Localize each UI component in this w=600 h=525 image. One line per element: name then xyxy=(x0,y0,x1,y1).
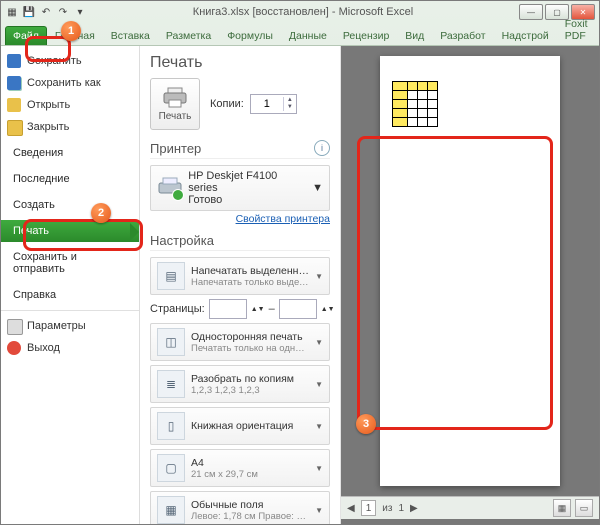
print-heading: Печать xyxy=(150,54,330,72)
nav-open[interactable]: Открыть xyxy=(1,94,139,116)
nav-save[interactable]: Сохранить xyxy=(1,50,139,72)
nav-separator xyxy=(1,310,139,311)
page-current[interactable]: 1 xyxy=(361,500,377,516)
title-bar: ▦ 💾 ↶ ↷ ▾ Книга3.xlsx [восстановлен] - M… xyxy=(1,1,599,23)
qat-save-icon[interactable]: 💾 xyxy=(22,5,36,19)
qat-undo-icon[interactable]: ↶ xyxy=(39,5,53,19)
nav-info[interactable]: Сведения xyxy=(1,142,139,164)
orientation-icon: ▯ xyxy=(157,412,185,440)
nav-create[interactable]: Создать xyxy=(1,194,139,216)
opt-orientation[interactable]: ▯ Книжная ориентация ▼ xyxy=(150,407,330,445)
chevron-down-icon: ▼ xyxy=(315,338,323,347)
tab-developer[interactable]: Разработ xyxy=(432,26,493,45)
tab-abbyy[interactable]: ABBYY PD xyxy=(596,14,600,45)
printer-heading: Принтер xyxy=(150,141,201,156)
printer-properties-link[interactable]: Свойства принтера xyxy=(150,213,330,225)
info-icon[interactable]: i xyxy=(314,140,330,156)
preview-table xyxy=(392,81,438,127)
app-window: ▦ 💾 ↶ ↷ ▾ Книга3.xlsx [восстановлен] - M… xyxy=(0,0,600,525)
nav-options[interactable]: Параметры xyxy=(1,315,139,337)
chevron-down-icon: ▼ xyxy=(315,464,323,473)
nav-print[interactable]: Печать xyxy=(1,220,139,242)
printer-device-icon xyxy=(157,177,182,199)
copies-spinner[interactable]: ▲▼ xyxy=(250,94,297,114)
app-icon: ▦ xyxy=(5,5,19,19)
window-title: Книга3.xlsx [восстановлен] - Microsoft E… xyxy=(87,6,519,18)
copies-row: Копии: ▲▼ xyxy=(210,94,297,114)
tab-layout[interactable]: Разметка xyxy=(158,26,219,45)
printer-section-head: Принтер i xyxy=(150,140,330,159)
printer-status: Готово xyxy=(188,194,306,206)
nav-exit[interactable]: Выход xyxy=(1,337,139,359)
pages-label: Страницы: xyxy=(150,303,205,315)
preview-page xyxy=(380,56,560,486)
pages-row: Страницы: ▲▼ – ▲▼ xyxy=(150,299,330,319)
opt-print-range[interactable]: ▤ Напечатать выделенный фр...Напечатать … xyxy=(150,257,330,295)
tab-review[interactable]: Рецензир xyxy=(335,26,397,45)
printer-icon xyxy=(162,87,188,109)
opt-collate[interactable]: ≣ Разобрать по копиям1,2,3 1,2,3 1,2,3 ▼ xyxy=(150,365,330,403)
qat-dropdown-icon[interactable]: ▾ xyxy=(73,5,87,19)
margins-icon: ▦ xyxy=(157,496,185,524)
nav-recent[interactable]: Последние xyxy=(1,168,139,190)
printer-selector[interactable]: HP Deskjet F4100 series Готово ▼ xyxy=(150,165,330,211)
tab-insert[interactable]: Вставка xyxy=(103,26,158,45)
printer-ready-icon xyxy=(172,189,184,201)
page-icon: ◫ xyxy=(157,328,185,356)
settings-heading: Настройка xyxy=(150,233,214,248)
opt-paper[interactable]: ▢ A421 см x 29,7 см ▼ xyxy=(150,449,330,487)
paper-icon: ▢ xyxy=(157,454,185,482)
backstage-nav: Сохранить Сохранить как Открыть Закрыть … xyxy=(1,46,140,524)
ribbon-tabs: Файл Главная Вставка Разметка Формулы Да… xyxy=(1,23,599,45)
chevron-down-icon: ▼ xyxy=(315,272,323,281)
chevron-down-icon: ▼ xyxy=(315,380,323,389)
backstage-body: Сохранить Сохранить как Открыть Закрыть … xyxy=(1,45,599,524)
tab-view[interactable]: Вид xyxy=(397,26,432,45)
collate-icon: ≣ xyxy=(157,370,185,398)
copies-label: Копии: xyxy=(210,98,244,110)
page-from-input[interactable] xyxy=(209,299,247,319)
nav-send[interactable]: Сохранить и отправить xyxy=(1,246,139,280)
nav-close[interactable]: Закрыть xyxy=(1,116,139,138)
print-button-label: Печать xyxy=(159,111,192,122)
show-margins-button[interactable]: ▦ xyxy=(553,499,571,517)
chevron-down-icon: ▼ xyxy=(315,422,323,431)
print-settings: Печать Печать Копии: ▲▼ Принтер i xyxy=(140,46,341,524)
chevron-down-icon: ▼ xyxy=(312,182,323,194)
opt-sides[interactable]: ◫ Односторонняя печатьПечатать только на… xyxy=(150,323,330,361)
print-preview-pane: ◀ 1 из 1 ▶ ▦ ▭ xyxy=(341,46,599,524)
tab-formulas[interactable]: Формулы xyxy=(219,26,281,45)
zoom-page-button[interactable]: ▭ xyxy=(575,499,593,517)
nav-save-as[interactable]: Сохранить как xyxy=(1,72,139,94)
preview-footer: ◀ 1 из 1 ▶ ▦ ▭ xyxy=(341,496,599,519)
tab-addins[interactable]: Надстрой xyxy=(494,26,557,45)
prev-page-button[interactable]: ◀ xyxy=(347,503,355,514)
page-to-input[interactable] xyxy=(279,299,317,319)
pages-sep: – xyxy=(269,303,275,315)
sheet-icon: ▤ xyxy=(157,262,185,290)
minimize-button[interactable]: — xyxy=(519,4,543,20)
print-action-row: Печать Копии: ▲▼ xyxy=(150,78,330,130)
spinner-arrows[interactable]: ▲▼ xyxy=(283,97,296,111)
opt-margins[interactable]: ▦ Обычные поляЛевое: 1,78 см Правое: 1,.… xyxy=(150,491,330,524)
printer-name: HP Deskjet F4100 series xyxy=(188,170,306,194)
page-total: 1 xyxy=(398,503,404,514)
tab-data[interactable]: Данные xyxy=(281,26,335,45)
tab-foxit[interactable]: Foxit PDF xyxy=(557,14,596,45)
settings-section-head: Настройка xyxy=(150,233,330,251)
qat-redo-icon[interactable]: ↷ xyxy=(56,5,70,19)
copies-input[interactable] xyxy=(251,97,283,111)
next-page-button[interactable]: ▶ xyxy=(410,503,418,514)
print-button[interactable]: Печать xyxy=(150,78,200,130)
chevron-down-icon: ▼ xyxy=(315,506,323,515)
page-sep: из xyxy=(382,503,392,514)
tab-file[interactable]: Файл xyxy=(5,26,47,45)
nav-help[interactable]: Справка xyxy=(1,284,139,306)
tab-home[interactable]: Главная xyxy=(47,26,103,45)
quick-access-toolbar: ▦ 💾 ↶ ↷ ▾ xyxy=(5,5,87,19)
